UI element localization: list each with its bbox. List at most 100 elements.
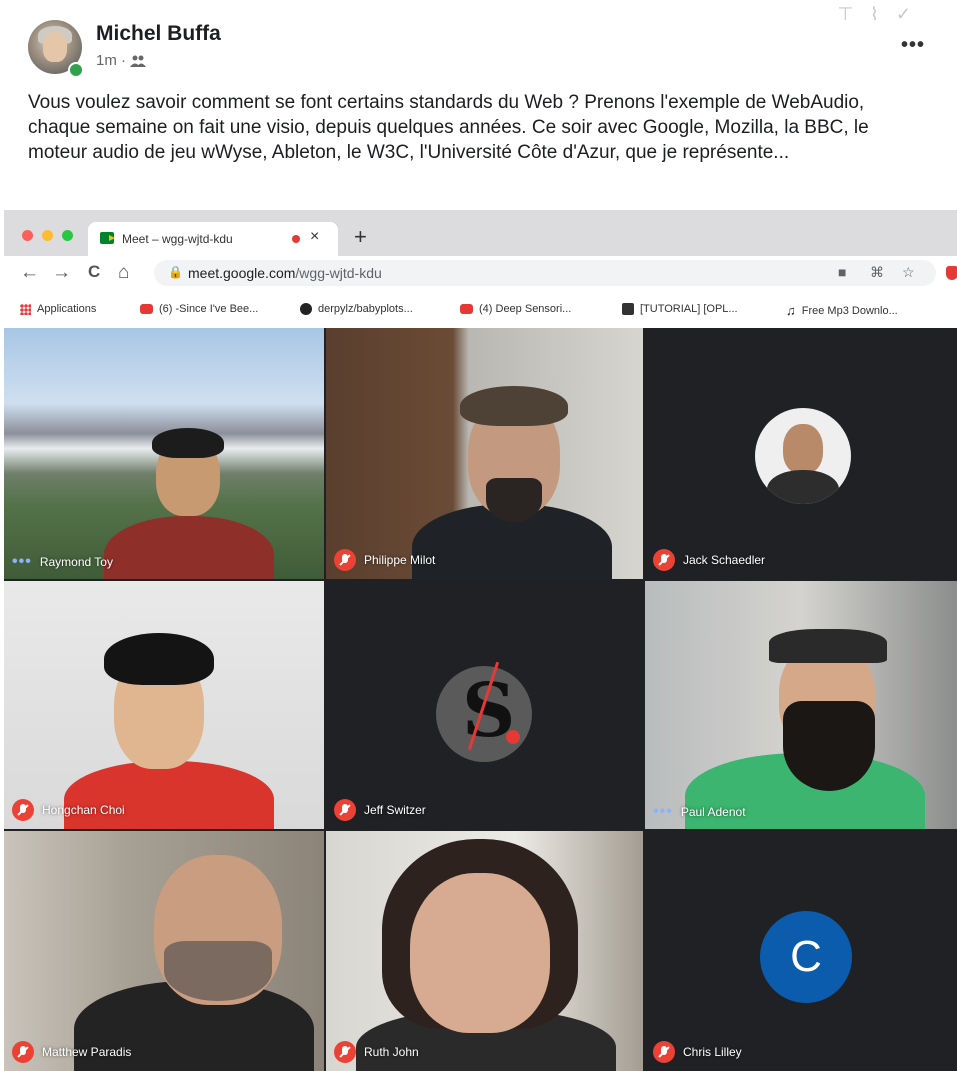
video-tile-ruth-john[interactable]: Ruth John (326, 831, 643, 1071)
close-window-icon[interactable] (22, 230, 33, 241)
reload-icon[interactable]: C (88, 262, 100, 282)
beard-shape (164, 941, 272, 1001)
bookmark-applications[interactable]: Applications (20, 303, 96, 315)
video-tile-matthew-paradis[interactable]: Matthew Paradis (4, 831, 324, 1071)
camera-icon[interactable]: ■ (838, 264, 846, 280)
participant-name: Jack Schaedler (683, 553, 766, 567)
video-tile-paul-adenot[interactable]: ••• Paul Adenot (645, 581, 957, 829)
address-bar[interactable]: 🔒 meet.google.com/wgg-wjtd-kdu ■ ⌘ ☆ (154, 260, 936, 286)
video-tile-jack-schaedler[interactable]: Jack Schaedler (645, 328, 957, 579)
meet-favicon-icon (100, 232, 115, 244)
apps-grid-icon (20, 303, 31, 315)
hair-shape (460, 386, 568, 426)
bookmark-tutorial[interactable]: [TUTORIAL] [OPL... (622, 303, 738, 315)
video-tile-philippe-milot[interactable]: Philippe Milot (326, 328, 643, 579)
back-icon[interactable]: ← (20, 262, 39, 284)
avatar-initial: C (790, 932, 822, 981)
body-shape (104, 516, 274, 579)
bookmark-youtube-2[interactable]: (4) Deep Sensori... (460, 303, 571, 315)
hair-shape (152, 428, 224, 458)
browser-tabbar: Meet – wgg-wjtd-kdu × + (4, 210, 957, 256)
browser-toolbar: ← → C ⌂ 🔒 meet.google.com/wgg-wjtd-kdu ■… (4, 256, 957, 292)
meet-video-grid: ••• Raymond Toy Philippe Milot Jack Scha… (4, 328, 957, 1071)
mic-off-icon (653, 1041, 675, 1063)
home-icon[interactable]: ⌂ (118, 262, 129, 284)
participant-name: Jeff Switzer (364, 803, 426, 817)
participant-label: Jeff Switzer (334, 799, 426, 821)
participant-name: Philippe Milot (364, 553, 436, 567)
github-icon (300, 303, 312, 315)
bookmark-label: (6) -Since I've Bee... (159, 303, 259, 315)
participant-label: ••• Raymond Toy (12, 553, 113, 571)
participant-label: Ruth John (334, 1041, 419, 1063)
post-image[interactable]: Meet – wgg-wjtd-kdu × + ← → C ⌂ 🔒 meet.g… (4, 210, 957, 1071)
mic-off-icon (334, 549, 356, 571)
mic-off-icon (334, 799, 356, 821)
video-tile-hongchan-choi[interactable]: Hongchan Choi (4, 581, 324, 829)
youtube-icon (140, 304, 153, 314)
beard-shape (486, 478, 542, 522)
beard-shape (783, 701, 875, 791)
author-name[interactable]: Michel Buffa (96, 22, 221, 46)
participant-avatar (755, 408, 851, 504)
avatar-face (43, 32, 67, 62)
participant-label: Hongchan Choi (12, 799, 125, 821)
head-shape (783, 424, 823, 474)
participant-label: ••• Paul Adenot (653, 803, 746, 821)
jeff-switzer-logo: S (436, 661, 532, 762)
music-note-icon: ♫ (786, 303, 796, 318)
participant-name: Paul Adenot (680, 805, 746, 819)
bookmark-label: [TUTORIAL] [OPL... (640, 303, 738, 315)
participant-name: Ruth John (364, 1045, 419, 1059)
bookmark-star-icon[interactable]: ☆ (902, 264, 915, 281)
participant-label: Matthew Paradis (12, 1041, 131, 1063)
bookmark-mp3[interactable]: ♫ Free Mp3 Downlo... (786, 303, 898, 318)
post-tools-icons: ⊤ ⌇ ✓ (837, 4, 917, 24)
recording-indicator-icon (292, 235, 300, 243)
video-tile-jeff-switzer[interactable]: S Jeff Switzer (326, 581, 643, 829)
page-icon (622, 303, 634, 315)
post-meta: 1m · (96, 52, 146, 69)
hair-shape (104, 633, 214, 685)
tab-close-icon[interactable]: × (310, 228, 319, 246)
video-tile-raymond-toy[interactable]: ••• Raymond Toy (4, 328, 324, 579)
logo-dot (506, 730, 520, 744)
tab-title: Meet – wgg-wjtd-kdu (122, 232, 233, 246)
video-tile-chris-lilley[interactable]: C Chris Lilley (645, 831, 957, 1071)
cap-shape (769, 629, 887, 663)
participant-label: Philippe Milot (334, 549, 435, 571)
participant-name: Raymond Toy (39, 555, 113, 569)
address-url: meet.google.com/wgg-wjtd-kdu (188, 265, 382, 281)
mic-off-icon (334, 1041, 356, 1063)
speaking-indicator-icon: ••• (653, 803, 673, 820)
zoom-window-icon[interactable] (62, 230, 73, 241)
forward-icon[interactable]: → (52, 262, 71, 284)
post-text: Vous voulez savoir comment se font certa… (28, 92, 869, 163)
online-status-icon (68, 62, 84, 78)
bookmark-label: derpylz/babyplots... (318, 303, 413, 315)
bookmarks-bar: Applications (6) -Since I've Bee... derp… (4, 292, 957, 329)
mic-off-icon (12, 1041, 34, 1063)
speaking-indicator-icon: ••• (12, 553, 32, 570)
minimize-window-icon[interactable] (42, 230, 53, 241)
lock-icon: 🔒 (168, 265, 183, 279)
participant-avatar: C (760, 911, 852, 1003)
friends-icon[interactable] (130, 55, 146, 67)
post-time[interactable]: 1m · (96, 52, 126, 69)
more-options-button[interactable]: ••• (901, 34, 925, 57)
url-domain: meet.google.com (188, 265, 296, 281)
bookmark-github[interactable]: derpylz/babyplots... (300, 303, 413, 315)
extension-icon[interactable]: ⌘ (870, 264, 884, 281)
head-shape (410, 873, 550, 1033)
bookmark-label: Applications (37, 303, 97, 315)
new-tab-button[interactable]: + (354, 224, 367, 250)
mic-off-icon (653, 549, 675, 571)
ublock-icon[interactable] (946, 266, 957, 280)
participant-label: Jack Schaedler (653, 549, 765, 571)
bookmark-label: Free Mp3 Downlo... (801, 304, 898, 317)
participant-name: Matthew Paradis (42, 1045, 132, 1059)
mic-off-icon (12, 799, 34, 821)
bookmark-youtube-1[interactable]: (6) -Since I've Bee... (140, 303, 258, 315)
browser-tab-meet[interactable]: Meet – wgg-wjtd-kdu × (88, 222, 338, 256)
bookmark-label: (4) Deep Sensori... (479, 303, 572, 315)
